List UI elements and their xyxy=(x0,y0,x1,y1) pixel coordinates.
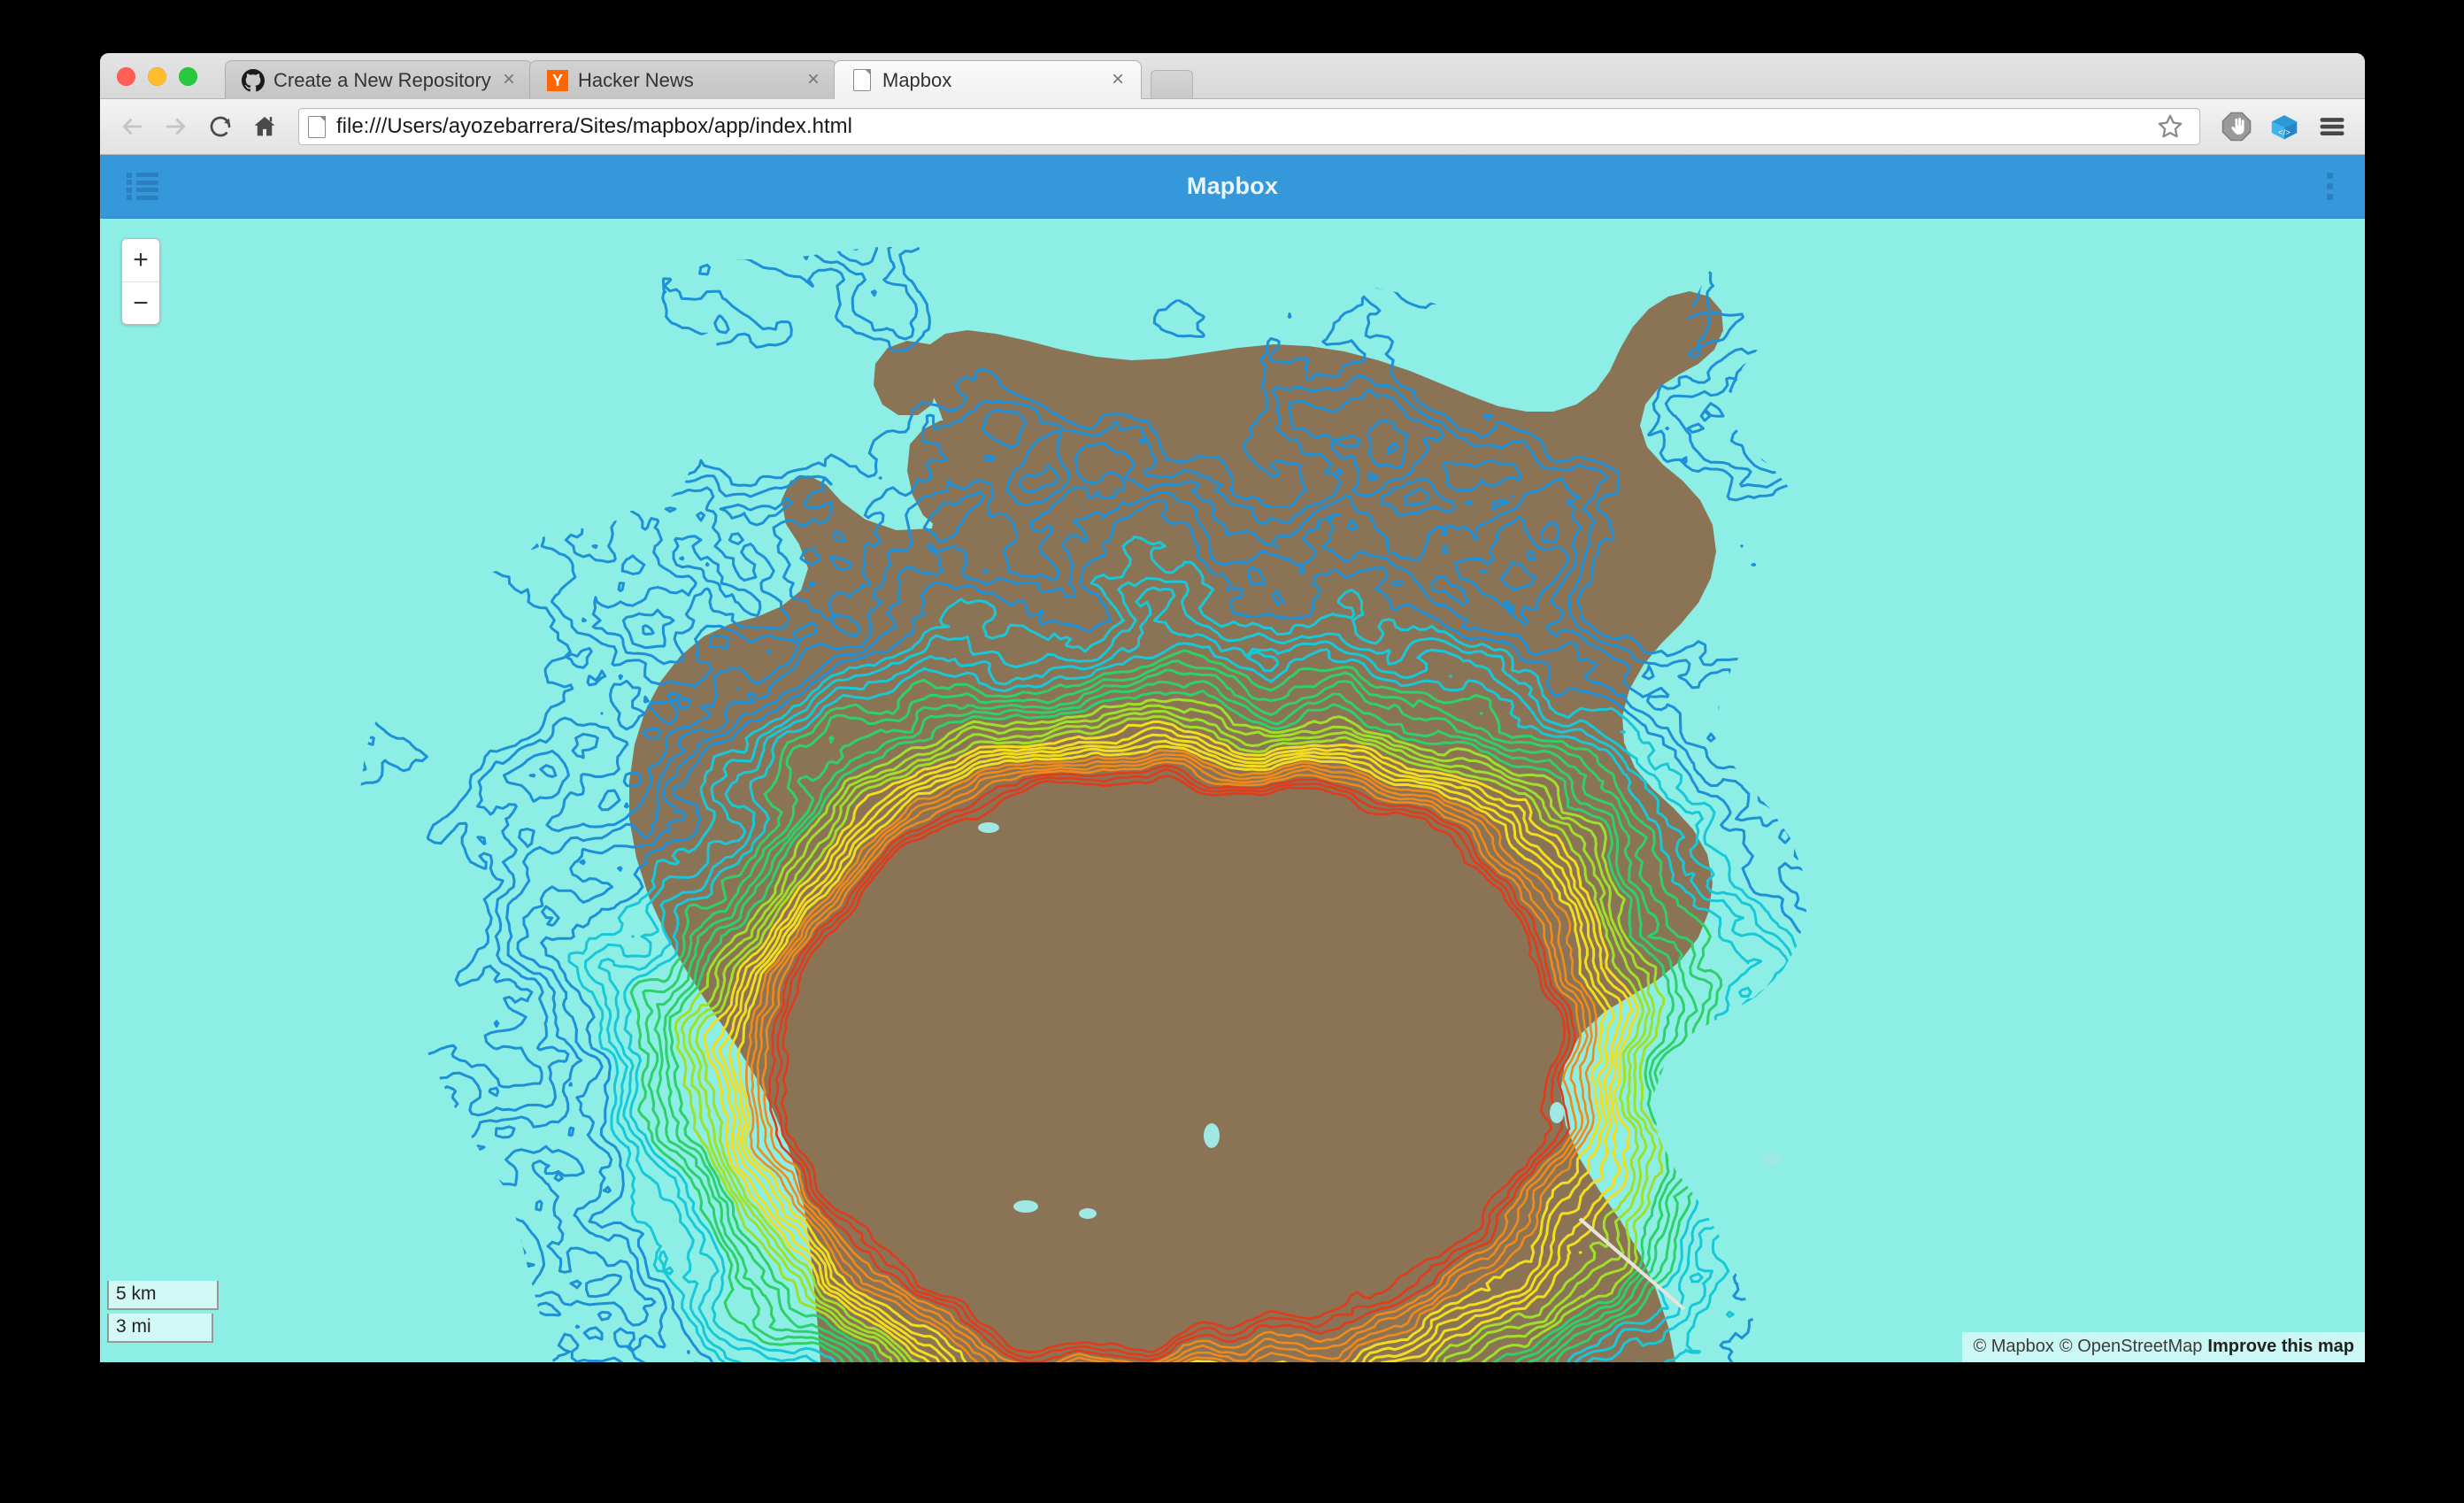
map-zoom-controls: + − xyxy=(121,238,160,325)
tab-close-button[interactable]: × xyxy=(498,70,520,91)
attribution-mapbox[interactable]: © Mapbox xyxy=(1973,1337,2053,1356)
scale-bar-mi: 3 mi xyxy=(107,1314,213,1343)
home-button[interactable] xyxy=(245,107,284,146)
window-traffic-lights xyxy=(117,67,197,86)
tab-list: Create a New Repository × Y Hacker News … xyxy=(225,60,1193,99)
tab-title: Hacker News xyxy=(578,69,803,92)
url-text[interactable]: file:///Users/ayozebarrera/Sites/mapbox/… xyxy=(336,114,2143,139)
tab-strip: Create a New Repository × Y Hacker News … xyxy=(100,53,2365,99)
reload-button[interactable] xyxy=(201,107,240,146)
hackernews-icon-letter: Y xyxy=(547,70,568,91)
window-maximize-button[interactable] xyxy=(179,67,197,86)
tab-close-button[interactable]: × xyxy=(1107,70,1128,91)
tab-close-button[interactable]: × xyxy=(803,70,824,91)
adblock-icon[interactable] xyxy=(2216,106,2257,147)
attribution-improve-this-map[interactable]: Improve this map xyxy=(2207,1337,2354,1356)
browser-toolbar: file:///Users/ayozebarrera/Sites/mapbox/… xyxy=(100,99,2365,155)
github-icon xyxy=(242,69,265,92)
attribution-openstreetmap[interactable]: © OpenStreetMap xyxy=(2060,1337,2202,1356)
tab-hacker-news[interactable]: Y Hacker News × xyxy=(529,60,837,99)
map-topographic-render xyxy=(100,219,2365,1362)
svg-text:</>: </> xyxy=(2278,128,2291,138)
map-scale-controls: 5 km 3 mi xyxy=(107,1277,219,1343)
window-close-button[interactable] xyxy=(117,67,135,86)
app-header: Mapbox xyxy=(100,155,2365,219)
scale-bar-km: 5 km xyxy=(107,1281,219,1310)
page-title: Mapbox xyxy=(100,173,2365,200)
more-vertical-icon[interactable] xyxy=(2327,173,2333,200)
zoom-in-button[interactable]: + xyxy=(122,239,159,281)
bookmark-star-icon[interactable] xyxy=(2150,106,2191,147)
zoom-out-button[interactable]: − xyxy=(122,281,159,324)
document-icon xyxy=(851,69,874,92)
tab-create-a-new-repository[interactable]: Create a New Repository × xyxy=(225,60,533,99)
browser-window: Create a New Repository × Y Hacker News … xyxy=(100,53,2365,1362)
tab-title: Create a New Repository xyxy=(273,69,498,92)
window-minimize-button[interactable] xyxy=(148,67,166,86)
page-document-icon xyxy=(308,116,326,138)
tab-title: Mapbox xyxy=(882,69,1107,92)
chrome-menu-icon[interactable] xyxy=(2312,106,2352,147)
list-menu-icon[interactable] xyxy=(127,173,158,201)
map-canvas[interactable]: + − 5 km 3 mi © Mapbox © OpenStreetMap Imp… xyxy=(100,219,2365,1362)
new-tab-button[interactable] xyxy=(1151,70,1193,98)
forward-button[interactable] xyxy=(157,107,196,146)
hackernews-icon: Y xyxy=(546,69,569,92)
page-content: Mapbox xyxy=(100,155,2365,1362)
tab-mapbox[interactable]: Mapbox × xyxy=(834,60,1142,99)
map-attribution: © Mapbox © OpenStreetMap Improve this map xyxy=(1962,1332,2365,1362)
json-viewer-icon[interactable]: </> xyxy=(2264,106,2305,147)
address-bar[interactable]: file:///Users/ayozebarrera/Sites/mapbox/… xyxy=(298,108,2200,145)
back-button[interactable] xyxy=(112,107,151,146)
